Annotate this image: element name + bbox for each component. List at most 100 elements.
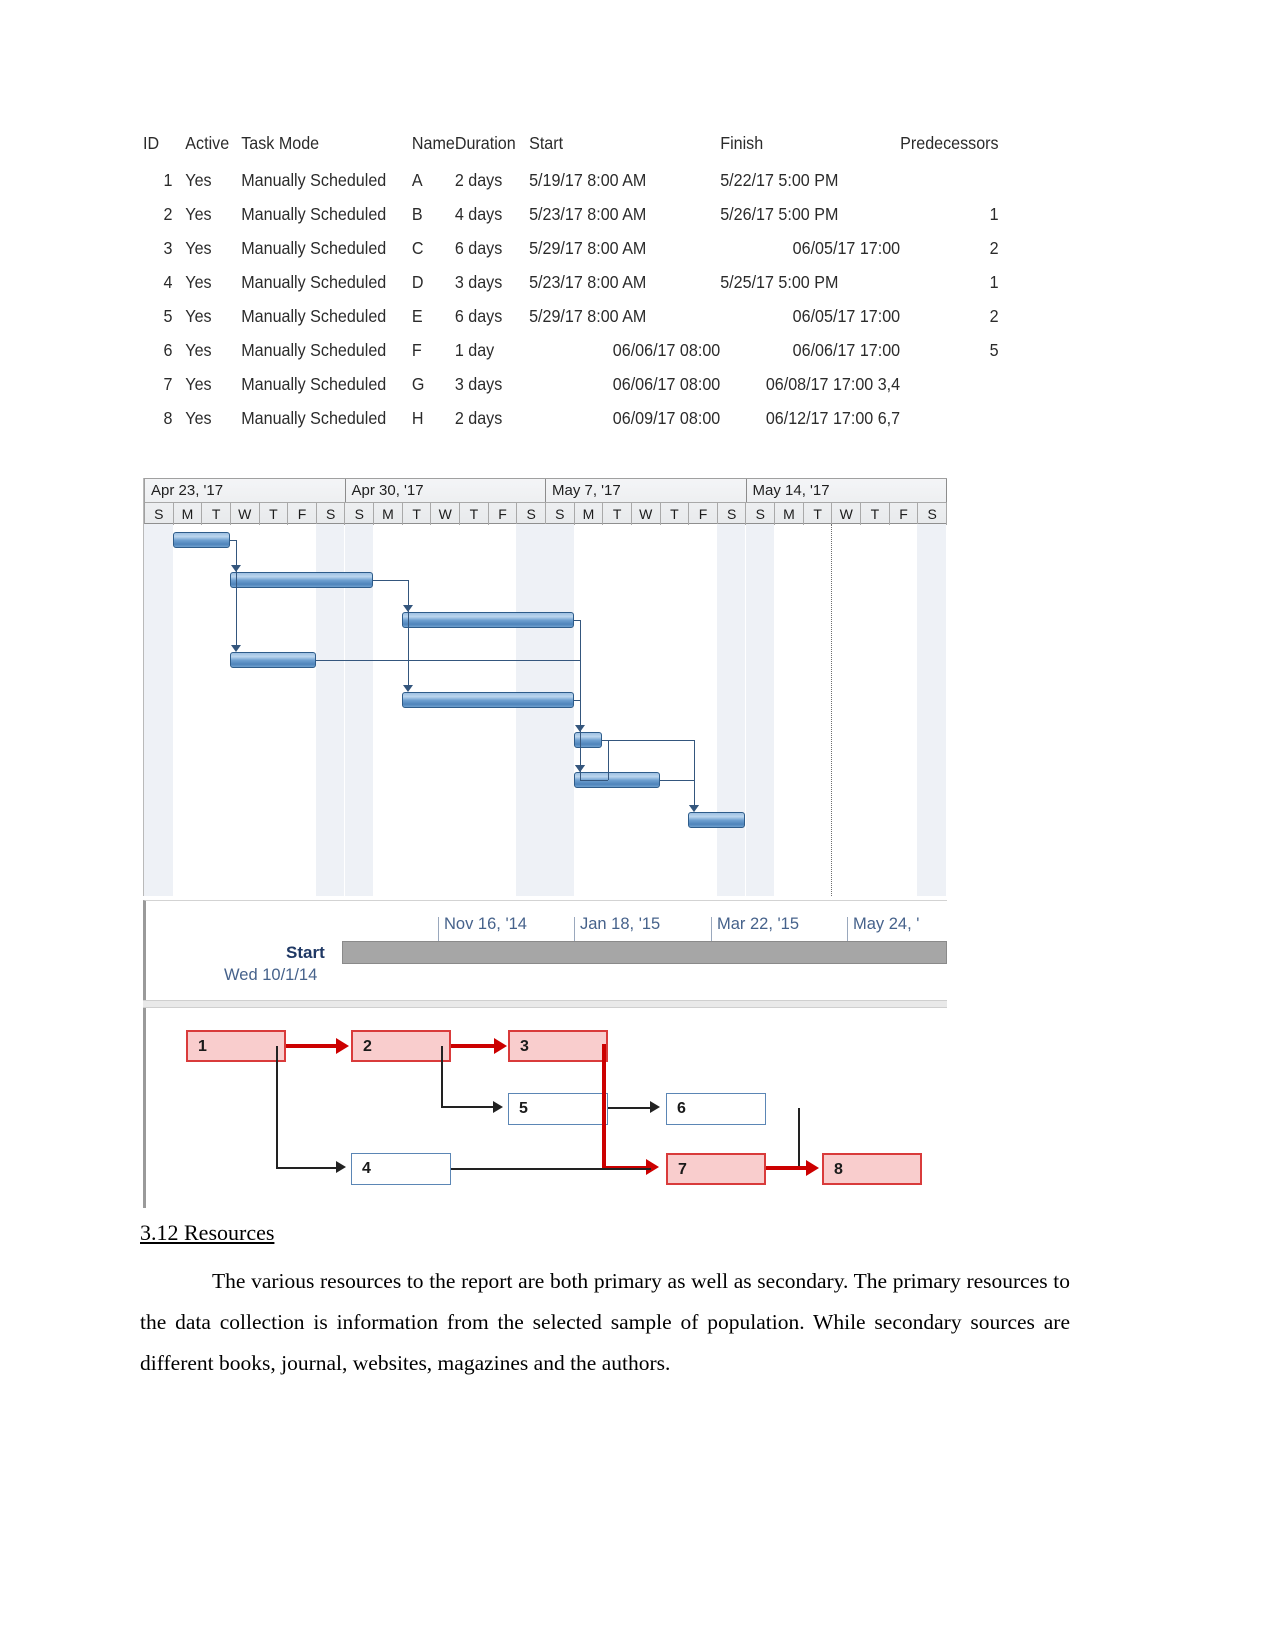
page-title: 3.12 Resources — [140, 1220, 275, 1245]
network-link-5-6 — [608, 1107, 652, 1109]
cell-duration: 6 days — [454, 238, 503, 258]
network-diagram: 1 2 3 5 6 4 7 8 — [143, 1008, 947, 1208]
cell-active: Yes — [185, 340, 212, 360]
network-node-3[interactable]: 3 — [508, 1030, 608, 1062]
cell-predecessors: 2 — [989, 306, 999, 326]
cell-duration: 2 days — [454, 408, 503, 428]
cell-predecessors: 2 — [989, 238, 999, 258]
cell-predecessors: 5 — [989, 340, 999, 360]
gantt-day-cell: M — [775, 503, 804, 525]
timeline-tick-label: May 24, ' — [853, 915, 920, 933]
network-node-7[interactable]: 7 — [666, 1153, 766, 1185]
arrow-icon — [646, 1159, 659, 1175]
table-row: 4 Yes Manually Scheduled D 3 days 5/23/1… — [143, 272, 998, 306]
cell-duration: 4 days — [454, 204, 503, 224]
cell-predecessors — [900, 170, 998, 204]
column-header-start: Start — [529, 133, 564, 153]
table-row: 6 Yes Manually Scheduled F 1 day 06/06/1… — [143, 340, 999, 374]
arrow-icon — [650, 1101, 660, 1113]
gantt-bar-c[interactable] — [401, 612, 574, 628]
gantt-week-label: Apr 30, '17 — [346, 479, 546, 502]
gantt-link — [579, 780, 609, 781]
gantt-day-cell: S — [918, 503, 947, 525]
network-link-6-8-v — [798, 1108, 800, 1166]
task-table: ID Active Task Mode Name Duration Start … — [143, 133, 999, 442]
cell-task-mode: Manually Scheduled — [241, 408, 387, 428]
gantt-day-cell: W — [632, 503, 661, 525]
network-node-4[interactable]: 4 — [351, 1153, 451, 1185]
network-node-5[interactable]: 5 — [508, 1093, 608, 1125]
cell-finish: 5/22/17 5:00 PM — [720, 170, 839, 190]
cell-id: 1 — [163, 170, 173, 190]
cell-name: G — [411, 374, 425, 394]
gantt-link — [235, 540, 237, 645]
gantt-day-row: SMTWTFSSMTWTFSSMTWTFSSMTWTFS — [145, 503, 947, 525]
task-table-header: ID Active Task Mode Name Duration Start … — [143, 133, 999, 170]
gantt-bar-a[interactable] — [172, 532, 230, 548]
weekend-band — [545, 524, 574, 896]
cell-duration: 1 day — [454, 340, 495, 360]
arrow-icon — [493, 1101, 503, 1113]
network-node-8[interactable]: 8 — [822, 1153, 922, 1185]
cell-active: Yes — [185, 306, 212, 326]
weekend-band — [716, 524, 746, 896]
cell-finish: 06/05/17 17:00 — [792, 238, 901, 258]
gantt-bar-b[interactable] — [229, 572, 374, 588]
network-link-1-4-v — [276, 1046, 278, 1168]
cell-finish: 5/25/17 5:00 PM — [720, 272, 839, 292]
gantt-day-cell: S — [546, 503, 575, 525]
cell-name: C — [411, 238, 424, 258]
arrow-icon — [336, 1038, 349, 1054]
gantt-day-cell: M — [575, 503, 604, 525]
cell-id: 3 — [163, 238, 173, 258]
gantt-day-cell: S — [317, 503, 346, 525]
cell-name: H — [411, 408, 424, 428]
network-link-4-7 — [451, 1168, 651, 1170]
gantt-bar-f[interactable] — [573, 732, 603, 748]
cell-start: 5/29/17 8:00 AM — [529, 306, 647, 326]
gantt-bar-d[interactable] — [229, 652, 316, 668]
gantt-week-label: May 14, '17 — [747, 479, 947, 502]
cell-active: Yes — [185, 374, 212, 394]
network-node-6[interactable]: 6 — [666, 1093, 766, 1125]
gantt-week-row: Apr 23, '17 Apr 30, '17 May 7, '17 May 14, … — [145, 479, 947, 503]
network-link-2-3 — [451, 1044, 496, 1048]
table-row: 5 Yes Manually Scheduled E 6 days 5/29/1… — [143, 306, 999, 340]
timeline-divider — [143, 1000, 947, 1008]
gantt-day-cell: F — [689, 503, 718, 525]
cell-id: 5 — [163, 306, 173, 326]
column-header-active: Active — [185, 133, 230, 153]
gantt-day-cell: T — [603, 503, 632, 525]
column-header-finish: Finish — [720, 133, 764, 153]
gantt-bar-e[interactable] — [401, 692, 574, 708]
table-row: 8 Yes Manually Scheduled H 2 days 06/09/… — [143, 408, 999, 442]
network-node-1[interactable]: 1 — [186, 1030, 286, 1062]
gantt-body — [144, 524, 947, 896]
gantt-bar-h[interactable] — [688, 812, 746, 828]
gantt-link — [694, 780, 696, 805]
gantt-week-label: Apr 23, '17 — [145, 479, 346, 502]
cell-start: 5/19/17 8:00 AM — [529, 170, 647, 190]
cell-finish: 06/06/17 17:00 — [792, 340, 901, 360]
cell-duration: 3 days — [454, 272, 503, 292]
cell-predecessors — [900, 374, 998, 408]
network-link-2-5-v — [441, 1046, 443, 1106]
body-paragraph: The various resources to the report are … — [140, 1269, 1070, 1375]
cell-name: A — [411, 170, 423, 190]
network-link-1-4-h — [276, 1167, 338, 1169]
cell-active: Yes — [185, 272, 212, 292]
cell-task-mode: Manually Scheduled — [241, 170, 387, 190]
arrow-icon — [574, 765, 585, 772]
gantt-timescale-header: Apr 23, '17 Apr 30, '17 May 7, '17 May 14, … — [144, 478, 947, 525]
arrow-icon — [806, 1160, 819, 1176]
timeline-start-date: Wed 10/1/14 — [224, 966, 318, 984]
project-timeline: Nov 16, '14 Jan 18, '15 Mar 22, '15 May … — [143, 900, 947, 1000]
cell-start: 5/23/17 8:00 AM — [529, 204, 647, 224]
gantt-link — [659, 780, 695, 781]
column-header-duration: Duration — [454, 133, 516, 153]
cell-id: 4 — [163, 272, 173, 292]
cell-finish: 5/26/17 5:00 PM — [720, 204, 839, 224]
network-node-2[interactable]: 2 — [351, 1030, 451, 1062]
cell-task-mode: Manually Scheduled — [241, 272, 387, 292]
timeline-tick — [574, 917, 575, 943]
